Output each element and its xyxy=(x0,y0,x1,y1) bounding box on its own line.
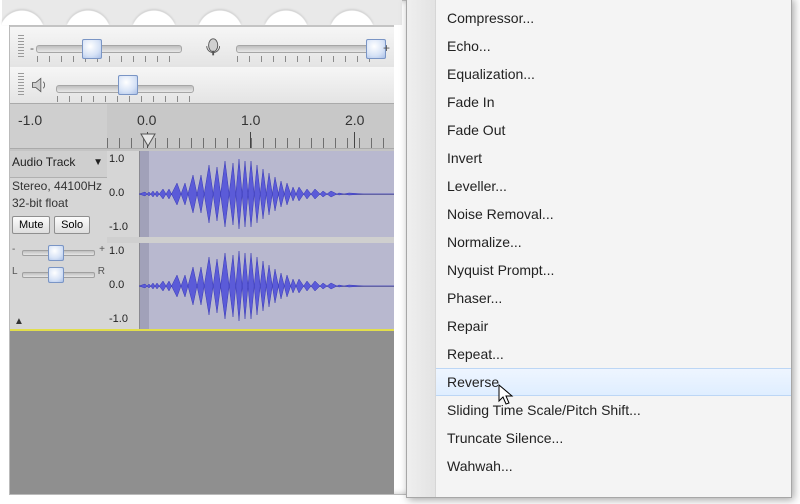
effects-menu-item[interactable]: Normalize... xyxy=(407,228,791,256)
effects-menu-item[interactable]: Truncate Silence... xyxy=(407,424,791,452)
timeline-ruler[interactable]: -1.0 0.0 1.0 2.0 xyxy=(10,103,394,149)
playback-volume-thumb[interactable] xyxy=(82,39,102,59)
gain-min-label: - xyxy=(12,244,15,255)
track-control-panel: Audio Track ▼ Stereo, 44100Hz 32-bit flo… xyxy=(10,151,108,330)
chevron-down-icon: ▼ xyxy=(93,157,103,168)
effects-menu-item[interactable]: Reverse xyxy=(407,368,791,396)
playhead-marker[interactable] xyxy=(140,133,156,147)
output-volume-thumb[interactable] xyxy=(118,75,138,95)
waveform-channel-right[interactable]: 1.0 0.0 -1.0 xyxy=(107,243,394,329)
mute-button[interactable]: Mute xyxy=(12,216,50,234)
gain-max-label: + xyxy=(99,244,105,255)
effects-menu-item[interactable]: Phaser... xyxy=(407,284,791,312)
transport-knob-row xyxy=(2,0,402,25)
microphone-icon xyxy=(204,37,226,59)
effects-menu-item[interactable]: Noise Removal... xyxy=(407,200,791,228)
effects-menu-item[interactable]: Wahwah... xyxy=(407,452,791,480)
waveform-channel-left[interactable]: 1.0 0.0 -1.0 xyxy=(107,151,394,237)
effects-menu-item[interactable]: Sliding Time Scale/Pitch Shift... xyxy=(407,396,791,424)
slider-min-label: - xyxy=(30,41,34,55)
empty-track-area[interactable] xyxy=(10,331,394,494)
track-format-line: Stereo, 44100Hz xyxy=(10,178,107,195)
waveform-area[interactable]: 1.0 0.0 -1.0 1.0 xyxy=(107,151,394,331)
effects-menu-item[interactable]: Equalization... xyxy=(407,60,791,88)
effects-menu-item[interactable]: Invert xyxy=(407,144,791,172)
effects-menu-item[interactable]: Echo... xyxy=(407,32,791,60)
track-pan-slider[interactable]: L R xyxy=(14,264,103,282)
effects-menu-item[interactable]: Compressor... xyxy=(407,4,791,32)
toolbar-stack: - + xyxy=(10,1,394,147)
ruler-label: -1.0 xyxy=(18,112,42,128)
collapse-track-icon[interactable]: ▲ xyxy=(14,316,24,327)
effects-menu-item[interactable]: Nyquist Prompt... xyxy=(407,256,791,284)
track-gain-slider[interactable]: - + xyxy=(14,242,103,260)
waveform-path xyxy=(139,243,394,329)
toolbar-grip[interactable] xyxy=(18,35,24,59)
speaker-icon xyxy=(30,75,50,95)
slider-max-label: + xyxy=(383,41,390,55)
amplitude-axis: 1.0 0.0 -1.0 xyxy=(107,243,140,329)
effects-menu-item[interactable]: Fade Out xyxy=(407,116,791,144)
effects-menu-item[interactable]: Repair xyxy=(407,312,791,340)
track-title: Audio Track xyxy=(12,155,75,169)
amplitude-axis: 1.0 0.0 -1.0 xyxy=(107,151,140,237)
ruler-label: 2.0 xyxy=(345,112,364,128)
toolbar-grip[interactable] xyxy=(18,73,24,95)
app-window: - + xyxy=(9,0,791,495)
mixer-toolbar-1: - + xyxy=(10,27,394,68)
editor-area: - + xyxy=(10,1,394,494)
solo-button[interactable]: Solo xyxy=(54,216,90,234)
track-title-dropdown[interactable]: Audio Track ▼ xyxy=(10,151,107,178)
ruler-label: 0.0 xyxy=(137,112,156,128)
ruler-label: 1.0 xyxy=(241,112,260,128)
mixer-toolbar-2 xyxy=(10,67,394,104)
record-volume-slider[interactable] xyxy=(236,45,374,53)
effects-menu: Compressor...Echo...Equalization...Fade … xyxy=(406,0,792,498)
menu-icon-rail xyxy=(407,0,436,497)
playback-volume-slider[interactable] xyxy=(36,45,182,53)
effects-menu-item[interactable]: Fade In xyxy=(407,88,791,116)
effects-menu-item[interactable]: Leveller... xyxy=(407,172,791,200)
effects-menu-item[interactable]: Repeat... xyxy=(407,340,791,368)
pan-left-label: L xyxy=(12,266,18,277)
waveform-path xyxy=(139,151,394,237)
pan-right-label: R xyxy=(98,266,105,277)
track-bitdepth-line: 32-bit float xyxy=(10,195,107,212)
